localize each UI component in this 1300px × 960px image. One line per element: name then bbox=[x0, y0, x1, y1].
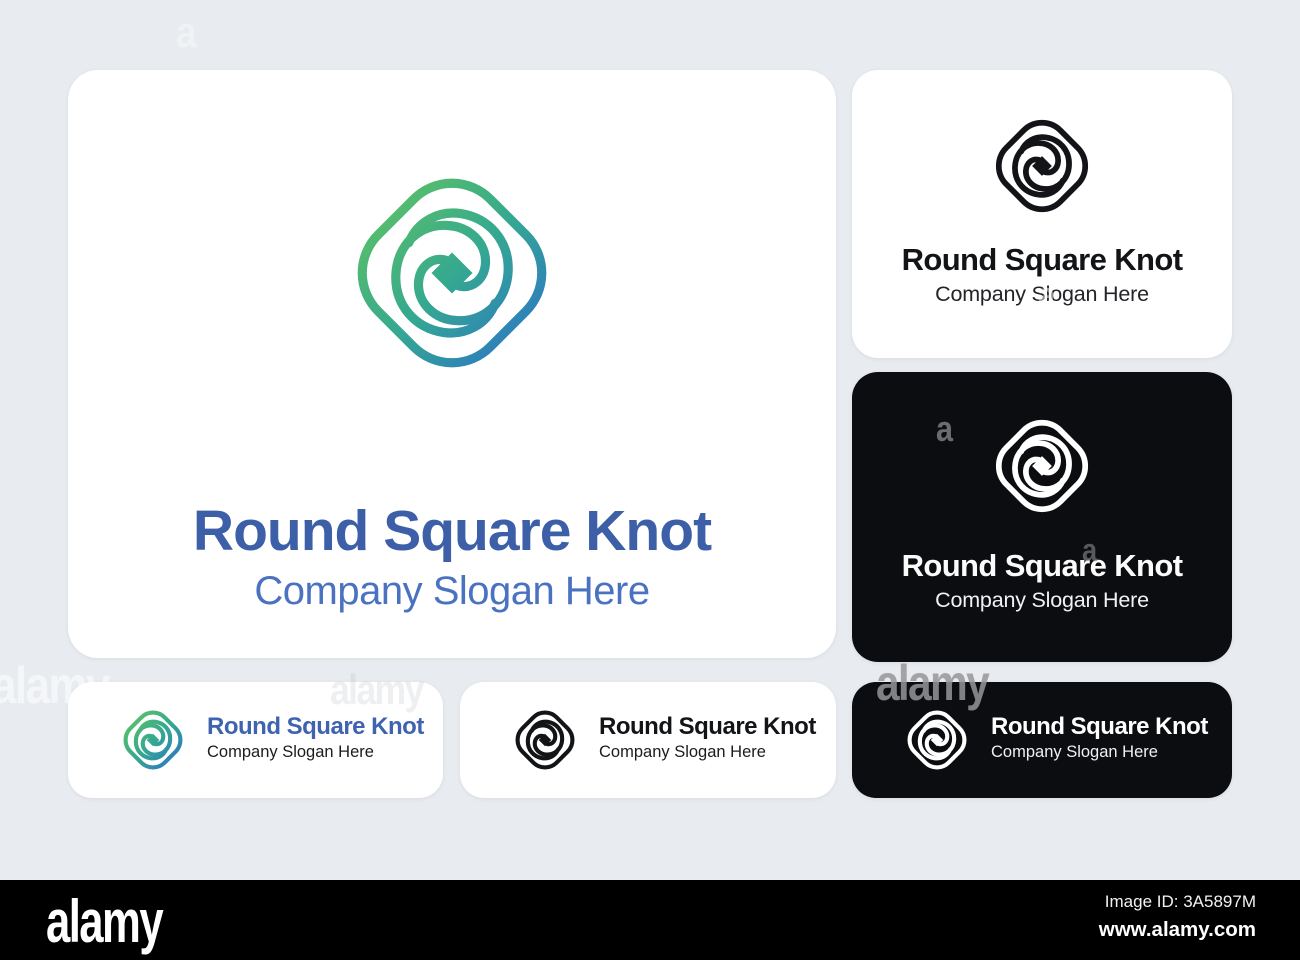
main-logo-card: Round Square Knot Company Slogan Here bbox=[68, 70, 836, 658]
watermark: a bbox=[176, 8, 197, 57]
light-variant-card: Round Square Knot Company Slogan Here bbox=[852, 70, 1232, 358]
company-name: Round Square Knot bbox=[901, 548, 1183, 583]
stock-image-canvas: Round Square Knot Company Slogan Here Ro… bbox=[0, 0, 1300, 960]
horizontal-lockup-dark: Round Square Knot Company Slogan Here bbox=[460, 682, 836, 798]
knot-logo-dark bbox=[990, 114, 1094, 218]
company-name: Round Square Knot bbox=[192, 499, 712, 563]
company-slogan: Company Slogan Here bbox=[935, 588, 1149, 612]
company-slogan: Company Slogan Here bbox=[991, 743, 1158, 761]
company-name: Round Square Knot bbox=[599, 713, 816, 740]
knot-logo-dark-small bbox=[512, 707, 578, 773]
company-name: Round Square Knot bbox=[901, 242, 1183, 277]
alamy-footer-bar: alamy Image ID: 3A5897M www.alamy.com bbox=[0, 880, 1300, 960]
company-slogan: Company Slogan Here bbox=[207, 743, 374, 761]
dark-variant-card: Round Square Knot Company Slogan Here bbox=[852, 372, 1232, 662]
knot-logo-gradient-small bbox=[120, 707, 186, 773]
company-slogan: Company Slogan Here bbox=[935, 282, 1149, 306]
knot-logo-light bbox=[990, 414, 1094, 518]
company-name: Round Square Knot bbox=[207, 713, 424, 740]
alamy-logo: alamy bbox=[46, 887, 164, 956]
company-slogan: Company Slogan Here bbox=[254, 569, 650, 613]
image-id-label: Image ID: 3A5897M bbox=[1104, 892, 1256, 911]
company-name: Round Square Knot bbox=[991, 713, 1208, 740]
horizontal-lockup-gradient: Round Square Knot Company Slogan Here bbox=[68, 682, 443, 798]
company-slogan: Company Slogan Here bbox=[599, 743, 766, 761]
horizontal-lockup-light: Round Square Knot Company Slogan Here bbox=[852, 682, 1232, 798]
alamy-website: www.alamy.com bbox=[1098, 918, 1256, 941]
knot-logo-light-small bbox=[904, 707, 970, 773]
knot-logo-gradient bbox=[344, 165, 560, 381]
